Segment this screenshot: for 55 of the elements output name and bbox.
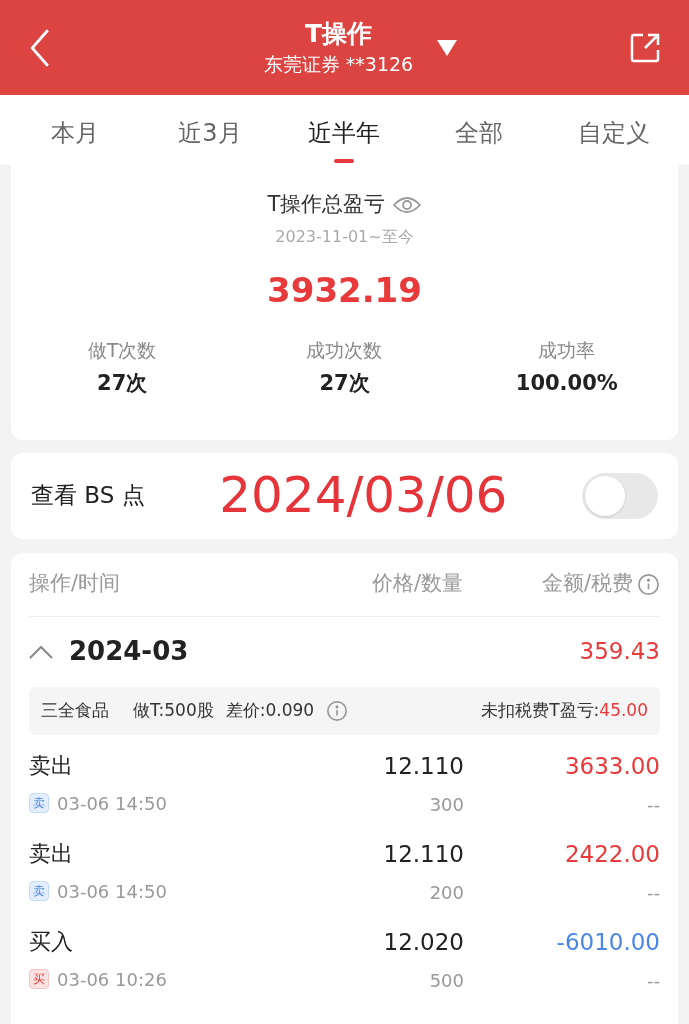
month-label[interactable]: 2024-03 (69, 632, 580, 671)
trade-tag: 卖 (29, 881, 49, 901)
stock-name: 三全食品 (41, 698, 109, 722)
column-header: 金额/税费 (540, 570, 633, 598)
stat-value: 27次 (97, 370, 148, 397)
trade-time: 03-06 14:50 (57, 879, 167, 904)
stat-value: 27次 (319, 370, 370, 397)
period-tab[interactable]: 自定义 (546, 115, 681, 163)
trade-price: 12.110 (383, 839, 464, 869)
price-spread: 差价:0.090 (225, 698, 315, 722)
summary-title: T操作总盈亏 (267, 191, 386, 218)
total-profit: 3932.19 (267, 268, 422, 312)
overlay-date: 2024/03/06 (218, 465, 509, 526)
trade-tag: 卖 (29, 793, 49, 813)
t-volume: 做T:500股 (133, 698, 214, 722)
trade-quantity: 200 (429, 881, 464, 905)
trade-fee: -- (647, 881, 660, 905)
period-tab[interactable]: 本月 (8, 115, 143, 163)
trade-amount: -6010.00 (556, 927, 660, 957)
trade-fee: -- (647, 793, 660, 817)
stat-label: 做T次数 (87, 337, 157, 363)
trade-quantity: 500 (429, 969, 464, 993)
stat-label: 成功率 (538, 337, 596, 363)
dropdown-icon[interactable] (437, 39, 458, 56)
eye-icon[interactable] (393, 194, 422, 215)
unrealized-profit: 未扣税费T盈亏:45.00 (481, 698, 648, 722)
column-header: 价格/数量 (370, 570, 463, 598)
stat-value: 100.00% (515, 370, 618, 397)
share-icon[interactable] (629, 31, 661, 64)
period-tab[interactable]: 近半年 (277, 115, 412, 163)
chevron-up-icon[interactable] (29, 643, 53, 660)
trade-price: 12.020 (383, 927, 464, 957)
trade-amount: 3633.00 (564, 751, 660, 781)
info-icon (326, 699, 349, 722)
trade-action: 卖出 (29, 839, 74, 868)
account-subtitle: 东莞证券 **3126 (263, 51, 414, 77)
trade-quantity: 300 (429, 793, 464, 817)
trade-price: 12.110 (383, 751, 464, 781)
info-icon (637, 572, 660, 596)
period-tab[interactable]: 近3月 (142, 115, 278, 163)
trade-tag: 买 (29, 969, 49, 989)
bs-toggle[interactable] (582, 472, 658, 519)
page-title: T操作 (304, 17, 373, 50)
trade-time: 03-06 10:26 (57, 967, 167, 992)
trade-action: 买入 (29, 927, 74, 956)
stat-label: 成功次数 (306, 337, 383, 363)
column-header: 操作/时间 (29, 570, 122, 598)
bs-point-label: 查看 BS 点 (31, 481, 145, 511)
month-total: 359.43 (579, 637, 660, 667)
trade-amount: 2422.00 (564, 839, 660, 869)
trade-time: 03-06 14:50 (57, 791, 167, 816)
period-range: 2023-11-01~至今 (275, 225, 414, 248)
trade-fee: -- (647, 969, 660, 993)
period-tab[interactable]: 全部 (411, 115, 547, 163)
trade-action: 卖出 (29, 751, 74, 780)
